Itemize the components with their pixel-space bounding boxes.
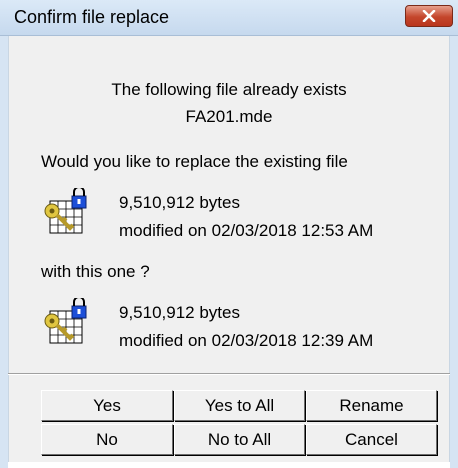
existing-file-modified: modified on 02/03/2018 12:53 AM <box>119 221 374 240</box>
confirm-file-replace-dialog: Confirm file replace The following file … <box>0 0 458 468</box>
window-title: Confirm file replace <box>14 7 170 27</box>
existing-file-size: 9,510,912 bytes <box>119 193 240 212</box>
close-button[interactable] <box>405 5 453 27</box>
window-frame-left <box>0 36 8 468</box>
yes-to-all-button[interactable]: Yes to All <box>174 390 305 421</box>
locked-database-icon <box>44 298 87 344</box>
replace-question: Would you like to replace the existing f… <box>41 152 348 171</box>
no-button[interactable]: No <box>41 424 173 455</box>
with-label: with this one ? <box>41 262 150 281</box>
cancel-button[interactable]: Cancel <box>306 424 437 455</box>
yes-button[interactable]: Yes <box>41 390 173 421</box>
close-icon <box>422 10 436 22</box>
no-to-all-button[interactable]: No to All <box>174 424 305 455</box>
file-name: FA201.mde <box>185 107 273 126</box>
title-bar[interactable]: Confirm file replace <box>0 0 458 36</box>
window-frame-right <box>450 36 458 468</box>
rename-button[interactable]: Rename <box>306 390 437 421</box>
separator <box>8 373 450 375</box>
locked-database-icon <box>44 188 87 234</box>
new-file-size: 9,510,912 bytes <box>119 303 240 322</box>
new-file-modified: modified on 02/03/2018 12:39 AM <box>119 331 374 350</box>
exists-message: The following file already exists <box>111 80 347 99</box>
